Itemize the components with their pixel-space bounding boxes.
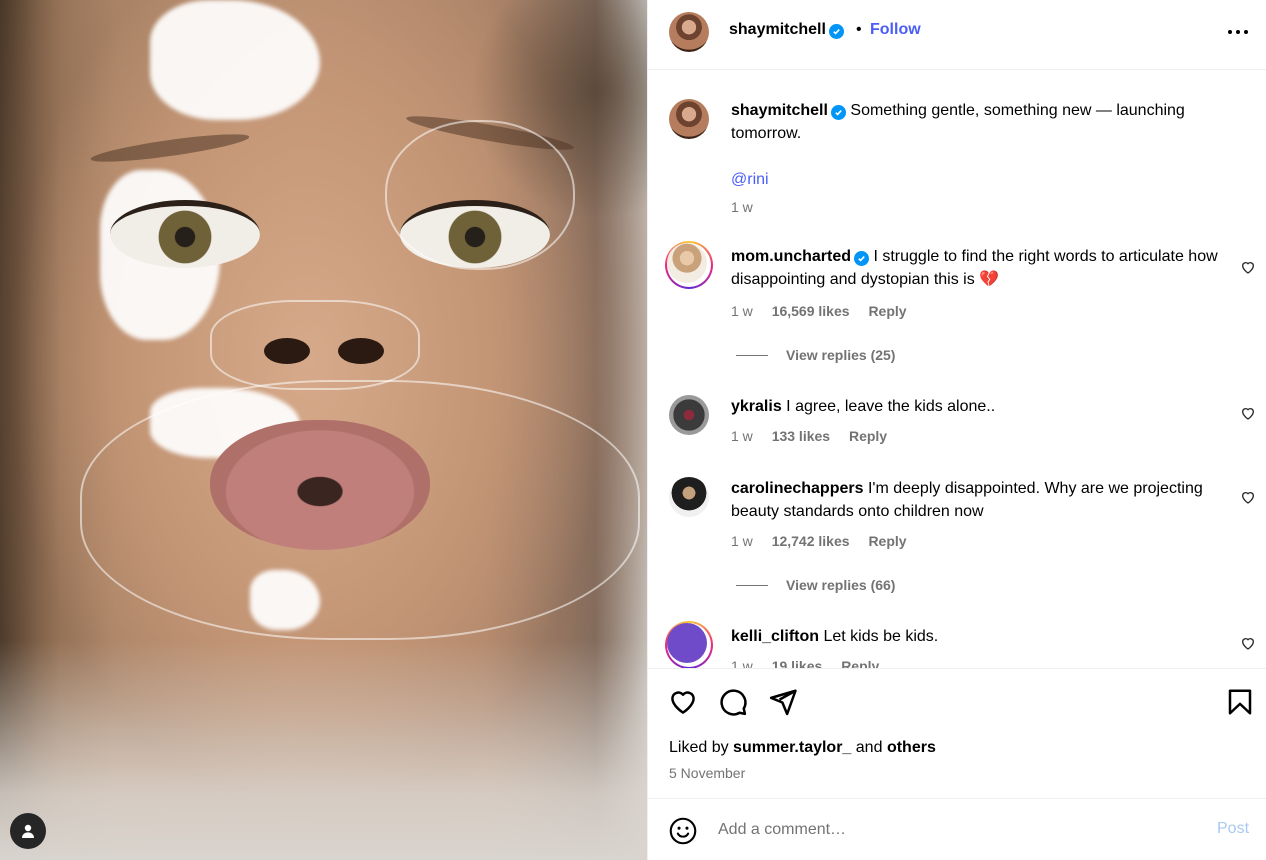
verified-badge-icon [854, 251, 870, 266]
replies-divider [736, 585, 768, 586]
comment-meta: 1 w 16,569 likes Reply [731, 303, 922, 319]
comment-likes[interactable]: 19 likes [772, 658, 823, 668]
comment-text: carolinechappers I'm deeply disappointed… [731, 477, 1231, 523]
header-separator: • [856, 21, 862, 38]
comment-author[interactable]: carolinechappers [731, 480, 864, 497]
reply-button[interactable]: Reply [868, 303, 906, 319]
view-replies-button[interactable]: View replies (25) [736, 347, 895, 363]
comment-time[interactable]: 1 w [731, 533, 753, 549]
follow-button[interactable]: Follow [870, 21, 921, 39]
view-replies-label[interactable]: View replies (25) [786, 347, 895, 363]
view-replies-button[interactable]: View replies (66) [736, 577, 895, 593]
heart-icon[interactable] [668, 687, 698, 717]
liked-by-prefix: Liked by [669, 739, 729, 756]
media-eye [110, 200, 260, 268]
comments-list[interactable]: shaymitchell Something gentle, something… [648, 71, 1266, 668]
comment-author[interactable]: kelli_clifton [731, 628, 819, 645]
more-horizontal-icon[interactable] [1226, 22, 1250, 42]
liked-by-user[interactable]: summer.taylor_ [733, 739, 851, 756]
caption-time[interactable]: 1 w [731, 199, 753, 215]
media-background [0, 640, 647, 860]
replies-divider [736, 355, 768, 356]
view-replies-label[interactable]: View replies (66) [786, 577, 895, 593]
comment-time[interactable]: 1 w [731, 658, 753, 668]
liked-by-others[interactable]: others [887, 739, 936, 756]
commenter-avatar[interactable] [669, 477, 709, 517]
media-nostril [264, 338, 310, 364]
author-avatar[interactable] [669, 99, 709, 139]
post-button[interactable]: Post [1217, 820, 1249, 838]
story-ring[interactable] [665, 621, 713, 668]
paper-plane-icon[interactable] [768, 687, 798, 717]
media-nostril [338, 338, 384, 364]
comment-heart-icon[interactable] [1240, 489, 1256, 505]
comment-author[interactable]: mom.uncharted [731, 248, 851, 265]
comment-meta: 1 w 19 likes Reply [731, 658, 894, 668]
caption-meta: 1 w [731, 199, 768, 215]
media-mask-outline [210, 300, 420, 390]
comment-input[interactable] [718, 818, 1168, 842]
comment-text: mom.uncharted I struggle to find the rig… [731, 245, 1231, 291]
commenter-avatar[interactable] [667, 243, 707, 283]
commenter-avatar[interactable] [669, 395, 709, 435]
comment-text: ykralis I agree, leave the kids alone.. [731, 395, 1231, 418]
comment-heart-icon[interactable] [1240, 405, 1256, 421]
author-avatar[interactable] [669, 12, 709, 52]
author-username[interactable]: shaymitchell [729, 21, 844, 39]
comment-author[interactable]: ykralis [731, 398, 782, 415]
comment-time[interactable]: 1 w [731, 428, 753, 444]
comment-time[interactable]: 1 w [731, 303, 753, 319]
post-sidebar: shaymitchell • Follow shaymitchell Somet… [647, 0, 1266, 860]
verified-badge-icon [828, 24, 844, 39]
author-username-text[interactable]: shaymitchell [729, 21, 826, 38]
verified-badge-icon [830, 105, 846, 120]
comment-body: I agree, leave the kids alone.. [786, 398, 996, 415]
tagged-users-button[interactable] [10, 813, 46, 849]
caption-mention-link[interactable]: @rini [731, 171, 769, 188]
caption-text: shaymitchell Something gentle, something… [731, 99, 1231, 191]
comment-likes[interactable]: 16,569 likes [772, 303, 850, 319]
liked-by-summary: Liked by summer.taylor_ and others [669, 739, 936, 757]
comment-icon[interactable] [718, 687, 748, 717]
reply-button[interactable]: Reply [841, 658, 879, 668]
comment-meta: 1 w 133 likes Reply [731, 428, 902, 444]
post-actions: Liked by summer.taylor_ and others 5 Nov… [648, 668, 1266, 798]
bookmark-icon[interactable] [1225, 687, 1255, 717]
post-header: shaymitchell • Follow [648, 0, 1266, 70]
comment-likes[interactable]: 12,742 likes [772, 533, 850, 549]
liked-by-joiner: and [855, 739, 883, 756]
comment-text: kelli_clifton Let kids be kids. [731, 625, 1231, 648]
caption-author[interactable]: shaymitchell [731, 102, 828, 119]
reply-button[interactable]: Reply [868, 533, 906, 549]
comment-heart-icon[interactable] [1240, 259, 1256, 275]
media-cream-patch [150, 0, 320, 120]
comment-meta: 1 w 12,742 likes Reply [731, 533, 922, 549]
user-icon [22, 824, 34, 838]
media-mask-outline [80, 380, 640, 640]
story-ring[interactable] [665, 241, 713, 289]
reply-button[interactable]: Reply [849, 428, 887, 444]
post-date[interactable]: 5 November [669, 765, 745, 781]
comment-heart-icon[interactable] [1240, 635, 1256, 651]
comment-body: Let kids be kids. [823, 628, 939, 645]
media-mask-outline [385, 120, 575, 270]
post-media[interactable] [0, 0, 647, 860]
comment-composer: Post [648, 798, 1266, 860]
comment-likes[interactable]: 133 likes [772, 428, 830, 444]
commenter-avatar[interactable] [667, 623, 707, 663]
emoji-icon[interactable] [669, 817, 697, 845]
